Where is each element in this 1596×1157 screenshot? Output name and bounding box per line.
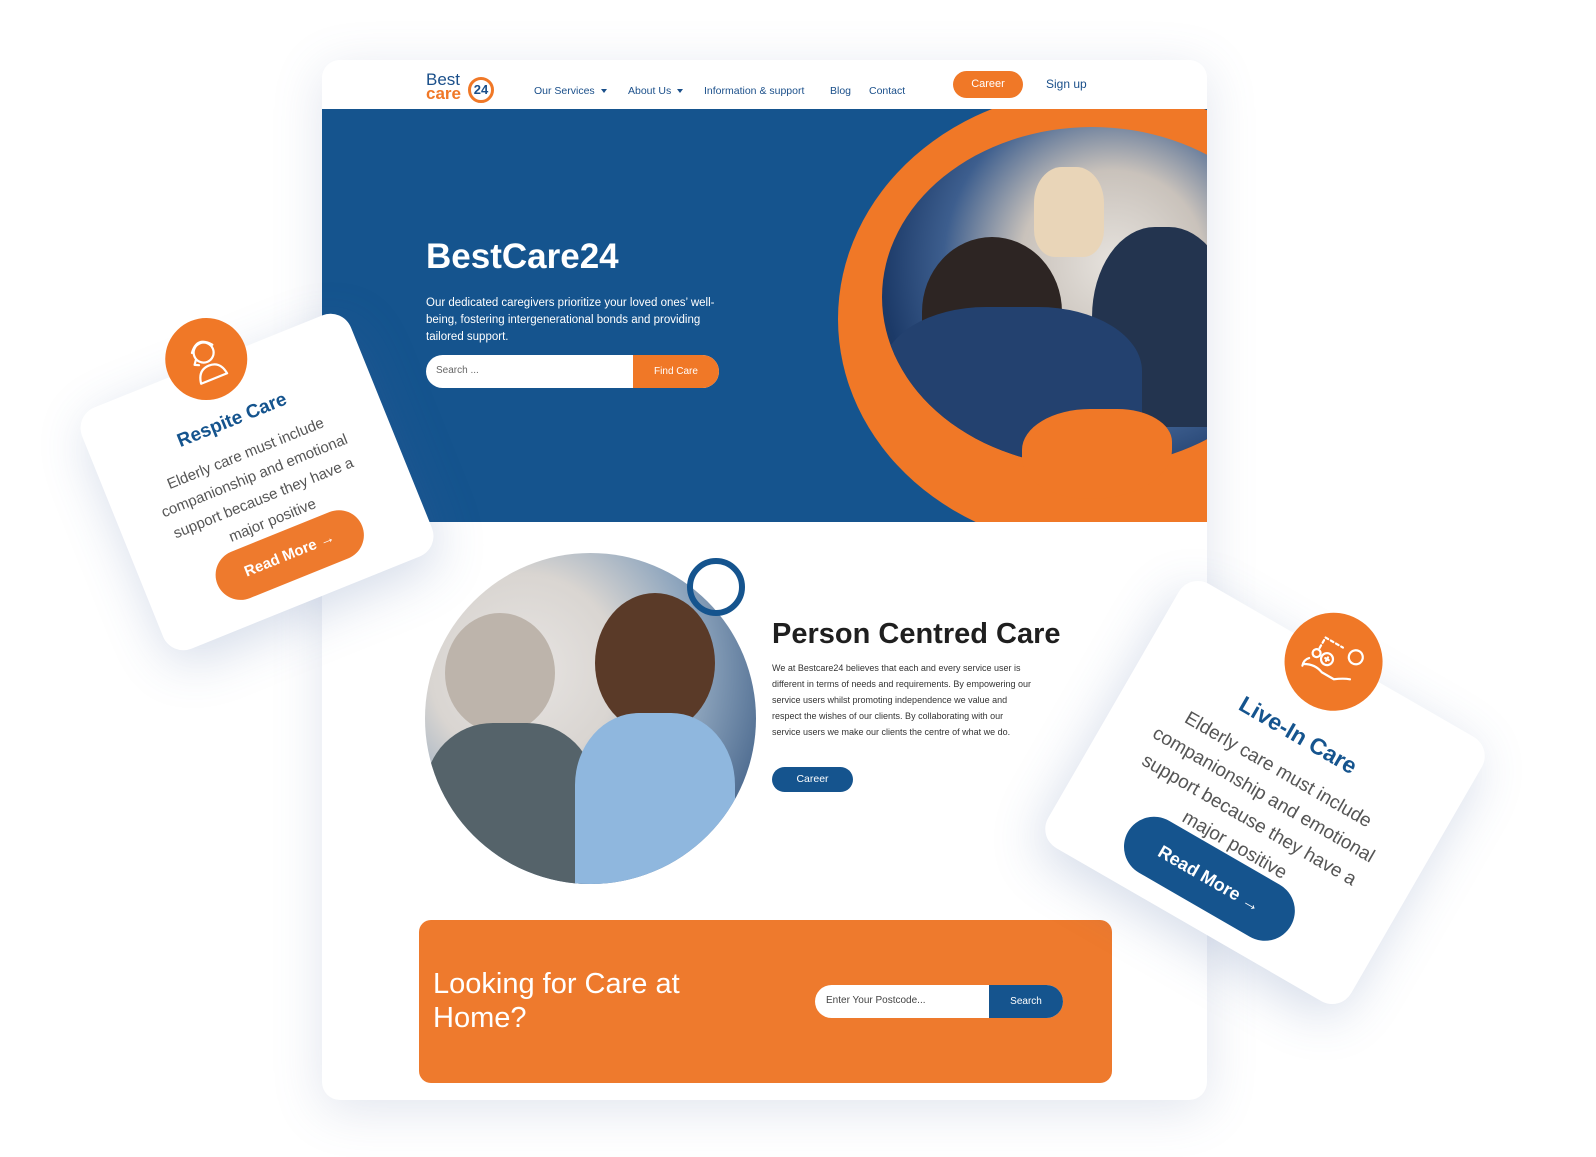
find-care-button[interactable]: Find Care [633, 355, 719, 388]
chevron-down-icon [600, 89, 607, 94]
decorative-ring [687, 558, 745, 616]
nav-our-services[interactable]: Our Services [534, 85, 607, 97]
nav-information-support[interactable]: Information & support [704, 85, 804, 97]
chevron-down-icon [677, 89, 684, 94]
hero-title: BestCare24 [426, 237, 619, 276]
cta-title: Looking for Care at Home? [433, 968, 680, 1034]
nav-contact[interactable]: Contact [869, 85, 905, 97]
nav-about-us[interactable]: About Us [628, 85, 684, 97]
hero-search-bar: Search ... Find Care [426, 355, 719, 388]
person-centred-title: Person Centred Care [772, 618, 1061, 650]
website-preview: Best care 24 Our Services About Us Infor… [322, 60, 1207, 1100]
top-navigation: Best care 24 Our Services About Us Infor… [322, 60, 1207, 109]
career-button[interactable]: Career [953, 71, 1023, 98]
hero-search-input[interactable]: Search ... [436, 365, 479, 376]
postcode-input[interactable]: Enter Your Postcode... [826, 995, 926, 1006]
postcode-search-button[interactable]: Search [989, 985, 1063, 1018]
nav-about-us-label: About Us [628, 85, 672, 97]
nav-blog[interactable]: Blog [830, 85, 851, 97]
person-centred-text: We at Bestcare24 believes that each and … [772, 663, 1031, 737]
hero-section: BestCare24 Our dedicated caregivers prio… [322, 109, 1207, 522]
bestcare24-logo[interactable]: Best care 24 [426, 71, 498, 104]
care-at-home-banner: Looking for Care at Home? Enter Your Pos… [419, 920, 1112, 1083]
sign-up-link[interactable]: Sign up [1046, 77, 1087, 91]
caregiver-icon [152, 305, 260, 413]
postcode-search-bar: Enter Your Postcode... Search [815, 985, 1063, 1018]
hero-description: Our dedicated caregivers prioritize your… [426, 297, 715, 343]
nav-our-services-label: Our Services [534, 85, 595, 97]
logo-care: care [426, 84, 461, 103]
care-hand-icon [1266, 594, 1401, 729]
logo-24: 24 [468, 77, 494, 103]
person-centred-career-button[interactable]: Career [772, 767, 853, 792]
